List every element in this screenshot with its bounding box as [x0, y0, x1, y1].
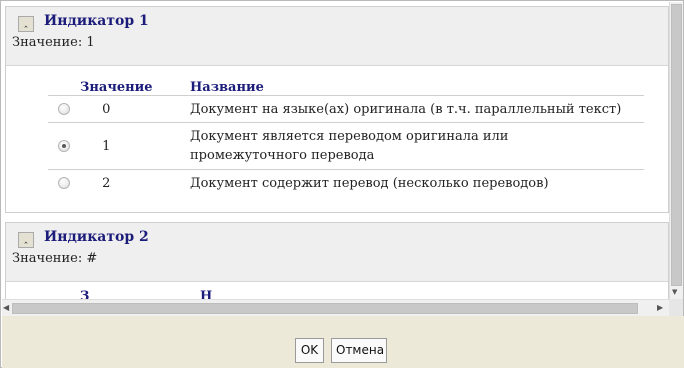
horizontal-scroll-thumb[interactable]	[12, 303, 638, 314]
option-name: Документ содержит перевод (несколько пер…	[190, 169, 644, 196]
ok-button[interactable]: OK	[295, 338, 324, 363]
table-row[interactable]: 0 Документ на языке(ах) оригинала (в т.ч…	[48, 95, 644, 123]
column-header-name: Н	[200, 289, 213, 299]
cancel-button[interactable]: Отмена	[331, 338, 387, 363]
table-row[interactable]: 1 Документ является переводом оригинала …	[48, 122, 644, 170]
column-header-value: Значение	[80, 80, 153, 95]
option-value: 0	[102, 101, 111, 117]
radio-button[interactable]	[58, 177, 70, 189]
vertical-scroll-thumb[interactable]	[671, 4, 682, 286]
dialog-footer: OK Отмена	[2, 316, 684, 368]
section-header: ‸ Индикатор 1 Значение: 1	[6, 7, 668, 66]
indicator-2-section: ‸ Индикатор 2 Значение: # З Н	[5, 222, 669, 299]
section-title[interactable]: Индикатор 2	[44, 229, 149, 245]
option-value: 2	[102, 175, 111, 191]
collapse-icon[interactable]: ‸	[18, 16, 34, 32]
table-row[interactable]: 2 Документ содержит перевод (несколько п…	[48, 169, 644, 196]
column-header-name: Название	[190, 80, 264, 95]
scroll-left-icon[interactable]: ◀	[3, 303, 9, 312]
collapse-icon[interactable]: ‸	[18, 232, 34, 248]
section-value: Значение: #	[12, 251, 98, 266]
horizontal-scrollbar[interactable]: ◀ ▶	[2, 299, 669, 316]
table-header-partial: Н	[200, 289, 212, 299]
section-title[interactable]: Индикатор 1	[44, 13, 149, 29]
scroll-down-icon[interactable]: ▼	[672, 288, 677, 296]
section-value: Значение: 1	[12, 35, 95, 50]
radio-button-selected[interactable]	[58, 140, 70, 152]
radio-button[interactable]	[58, 103, 70, 115]
indicator-dialog: ‸ Индикатор 1 Значение: 1 Значение Назва…	[0, 0, 684, 368]
table-header-partial: З	[80, 289, 89, 299]
table-header-row: Значение Название	[48, 73, 644, 96]
vertical-scrollbar[interactable]: ▼	[669, 2, 683, 299]
column-header-value: З	[80, 289, 90, 299]
option-name: Документ на языке(ах) оригинала (в т.ч. …	[190, 95, 644, 123]
indicator-1-section: ‸ Индикатор 1 Значение: 1 Значение Назва…	[5, 6, 669, 213]
option-name: Документ является переводом оригинала ил…	[190, 122, 644, 170]
option-value: 1	[102, 138, 111, 154]
scroll-right-icon[interactable]: ▶	[657, 303, 663, 312]
scroll-viewport[interactable]: ‸ Индикатор 1 Значение: 1 Значение Назва…	[2, 2, 669, 299]
options-table: Значение Название 0 Документ на языке(ах…	[48, 73, 644, 196]
section-header: ‸ Индикатор 2 Значение: #	[6, 223, 668, 282]
scrollbar-corner	[669, 299, 683, 316]
